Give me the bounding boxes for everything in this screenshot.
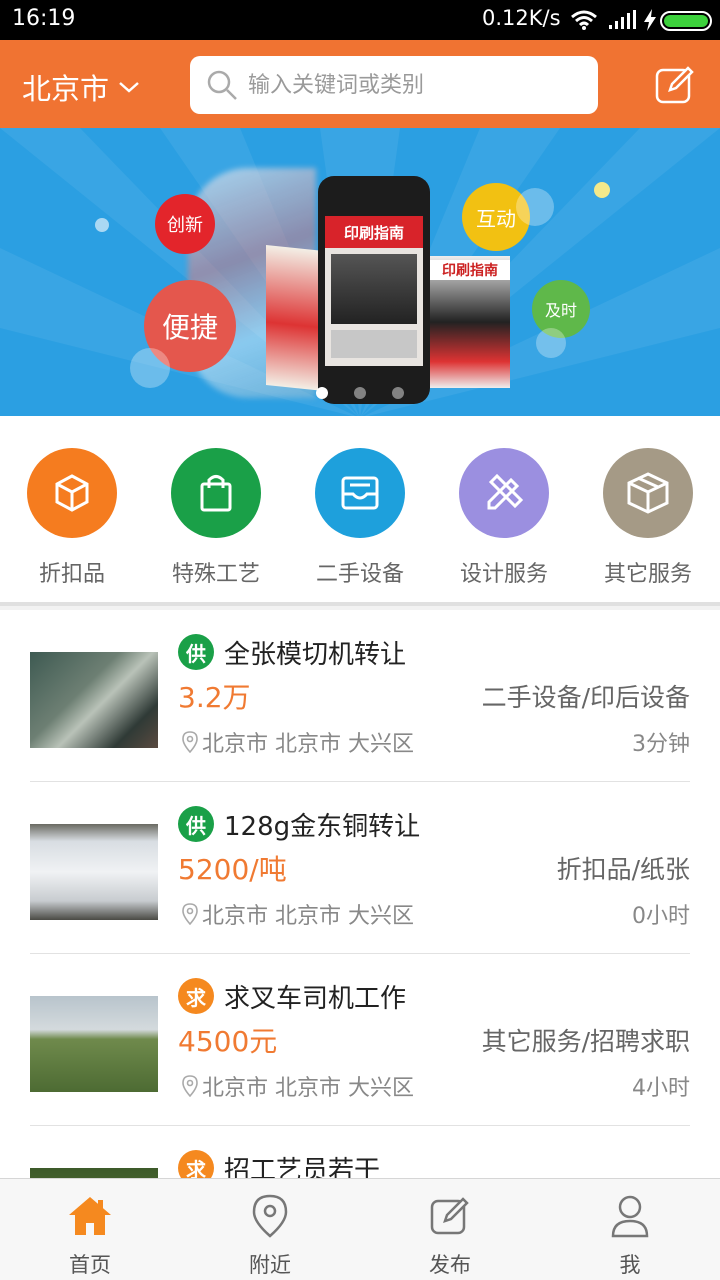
listing-time: 3分钟 xyxy=(632,732,690,757)
listing-price: 3.2万 xyxy=(178,681,251,714)
tag-bubble-timely: 及时 xyxy=(532,280,590,338)
location-text: 北京市 北京市 大兴区 xyxy=(202,732,414,757)
location-pin-icon xyxy=(182,1075,198,1097)
tab-publish[interactable]: 发布 xyxy=(360,1191,540,1279)
search-bar[interactable] xyxy=(190,56,598,114)
pager-dot[interactable] xyxy=(392,387,404,399)
search-input[interactable] xyxy=(248,64,578,106)
location-text: 北京市 北京市 大兴区 xyxy=(202,1076,414,1101)
tab-me[interactable]: 我 xyxy=(540,1191,720,1279)
tab-label: 我 xyxy=(619,1253,641,1277)
pencil-ruler-icon xyxy=(487,473,524,510)
listing-price: 4500元 xyxy=(178,1025,278,1058)
decor-dot xyxy=(95,218,109,232)
listing-list: 供 全张模切机转让 3.2万 二手设备/印后设备 北京市 北京市 大兴区 3分钟… xyxy=(0,610,720,1180)
listing-title: 招工艺员若干 xyxy=(224,1156,381,1180)
bottom-tab-bar: 首页 附近 发布 我 xyxy=(0,1178,720,1280)
decor-dot xyxy=(536,328,566,358)
magazine-right: 印刷指南 xyxy=(430,256,510,388)
demand-badge: 求 xyxy=(178,978,214,1014)
category-label: 特殊工艺 xyxy=(171,562,260,587)
decor-dot xyxy=(130,348,170,388)
supply-badge: 供 xyxy=(178,634,214,670)
tag-bubble-innovation: 创新 xyxy=(155,194,215,254)
category-label: 折扣品 xyxy=(38,562,105,587)
listing-location: 北京市 北京市 大兴区 xyxy=(182,1070,414,1102)
signal-icon xyxy=(609,10,636,29)
location-text: 北京市 北京市 大兴区 xyxy=(202,904,414,929)
listing-thumbnail xyxy=(30,996,158,1092)
promo-banner[interactable]: 印刷指南 印刷指南 创新 便捷 互动 及时 xyxy=(0,128,720,416)
city-selector[interactable]: 北京市 xyxy=(22,66,141,108)
tab-label: 附近 xyxy=(249,1253,291,1277)
tab-label: 首页 xyxy=(69,1253,111,1277)
category-discount[interactable]: 折扣品 xyxy=(0,448,144,588)
magazine-right-title: 印刷指南 xyxy=(430,260,510,280)
cube-icon xyxy=(55,474,89,512)
listing-category: 二手设备/印后设备 xyxy=(481,683,690,712)
category-label: 设计服务 xyxy=(459,562,548,587)
location-pin-icon xyxy=(182,731,198,753)
status-bar: 16:19 0.12K/s xyxy=(0,0,720,40)
location-pin-icon xyxy=(182,903,198,925)
list-item[interactable]: 供 128g金东铜转让 5200/吨 折扣品/纸张 北京市 北京市 大兴区 0小… xyxy=(30,782,690,954)
magazine-left xyxy=(266,244,324,392)
decor-dot xyxy=(594,182,610,198)
listing-category: 折扣品/纸张 xyxy=(556,855,690,884)
demand-badge: 求 xyxy=(178,1150,214,1180)
list-item[interactable]: 供 全张模切机转让 3.2万 二手设备/印后设备 北京市 北京市 大兴区 3分钟 xyxy=(30,610,690,782)
charging-icon xyxy=(644,9,656,31)
edit-icon xyxy=(430,1197,469,1235)
listing-time: 0小时 xyxy=(632,904,690,929)
supply-badge: 供 xyxy=(178,806,214,842)
chevron-down-icon xyxy=(119,82,139,93)
tab-home[interactable]: 首页 xyxy=(0,1191,180,1279)
listing-thumbnail xyxy=(30,824,158,920)
banner-pager xyxy=(316,387,404,399)
listing-time: 4小时 xyxy=(632,1076,690,1101)
top-header: 北京市 xyxy=(0,40,720,128)
city-label: 北京市 xyxy=(22,72,110,106)
box-icon xyxy=(627,472,669,514)
category-used-equipment[interactable]: 二手设备 xyxy=(288,448,432,588)
listing-location: 北京市 北京市 大兴区 xyxy=(182,726,414,758)
wifi-icon xyxy=(571,10,597,30)
listing-location: 北京市 北京市 大兴区 xyxy=(182,898,414,930)
listing-title: 全张模切机转让 xyxy=(224,640,407,670)
list-item[interactable]: 求 招工艺员若干 xyxy=(30,1126,690,1180)
listing-price: 5200/吨 xyxy=(178,853,287,886)
inbox-icon xyxy=(341,476,379,510)
listing-category: 其它服务/招聘求职 xyxy=(481,1027,690,1056)
pager-dot[interactable] xyxy=(354,387,366,399)
battery-icon xyxy=(660,11,712,31)
category-row: 折扣品 特殊工艺 二手设备 设计服务 其它服务 xyxy=(0,416,720,606)
compose-icon[interactable] xyxy=(654,64,696,106)
network-speed: 0.12K/s xyxy=(482,6,561,30)
phone-magazine-title: 印刷指南 xyxy=(325,216,423,248)
category-other-service[interactable]: 其它服务 xyxy=(576,448,720,588)
user-icon xyxy=(611,1195,649,1238)
category-special-craft[interactable]: 特殊工艺 xyxy=(144,448,288,588)
listing-thumbnail xyxy=(30,652,158,748)
tab-label: 发布 xyxy=(429,1253,471,1277)
home-icon xyxy=(69,1197,111,1235)
search-icon xyxy=(207,70,237,100)
list-item[interactable]: 求 求叉车司机工作 4500元 其它服务/招聘求职 北京市 北京市 大兴区 4小… xyxy=(30,954,690,1126)
bag-icon xyxy=(200,475,232,512)
phone-illustration: 印刷指南 xyxy=(318,176,430,404)
listing-title: 求叉车司机工作 xyxy=(224,984,407,1014)
decor-dot xyxy=(516,188,554,226)
pager-dot[interactable] xyxy=(316,387,328,399)
tab-nearby[interactable]: 附近 xyxy=(180,1191,360,1279)
status-time: 16:19 xyxy=(12,6,76,31)
category-label: 其它服务 xyxy=(603,562,692,587)
category-design-service[interactable]: 设计服务 xyxy=(432,448,576,588)
location-pin-icon xyxy=(252,1194,288,1238)
listing-title: 128g金东铜转让 xyxy=(224,812,421,842)
category-label: 二手设备 xyxy=(315,562,404,587)
